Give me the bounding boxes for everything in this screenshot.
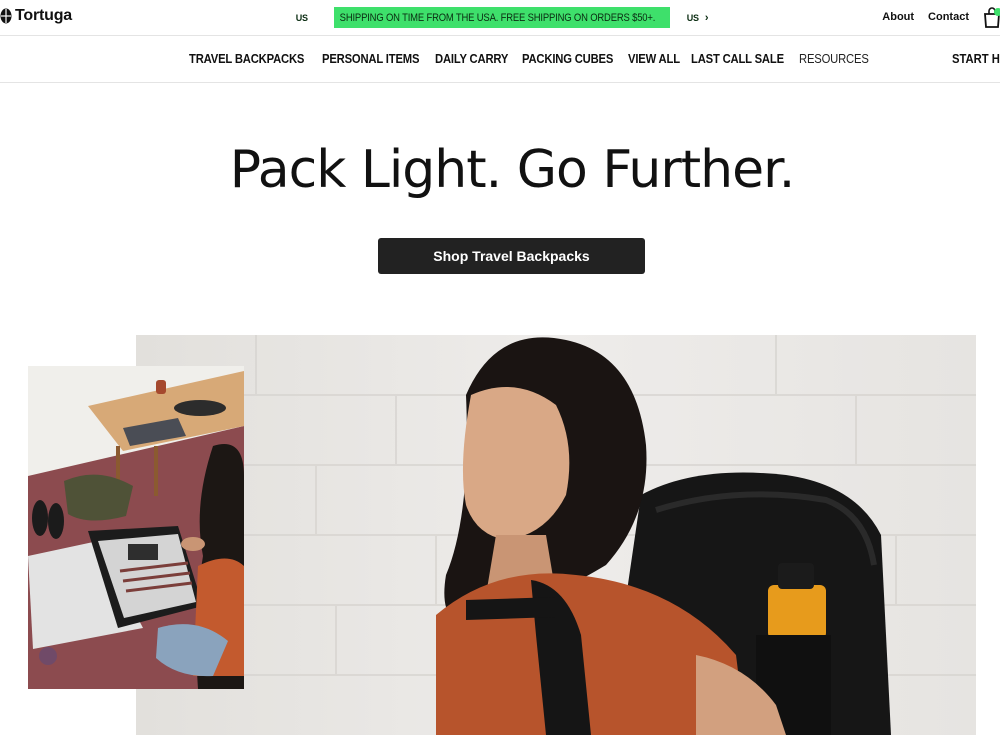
chevron-right-icon[interactable]: › [705,12,709,24]
hero-title: Pack Light. Go Further. [229,140,795,200]
shop-travel-backpacks-button[interactable]: Shop Travel Backpacks [378,238,645,274]
nav-daily-carry[interactable]: DAILY CARRY [435,52,508,66]
promo-banner[interactable]: US SHIPPING ON TIME FROM THE USA. FREE S… [296,7,709,28]
promo-flag-right: US [686,12,699,23]
nav-packing-cubes[interactable]: PACKING CUBES [522,52,613,66]
nav-resources[interactable]: RESOURCES [799,52,869,66]
shopping-bag-icon[interactable] [982,6,1000,28]
nav-view-all[interactable]: VIEW ALL [628,52,680,66]
about-link[interactable]: About [882,11,914,23]
top-bar: Tortuga US SHIPPING ON TIME FROM THE USA… [0,0,1000,36]
utility-links: About Contact [882,11,969,23]
contact-link[interactable]: Contact [928,11,969,23]
promo-text: SHIPPING ON TIME FROM THE USA. FREE SHIP… [339,11,656,24]
packing-flatlay-photo [28,366,244,689]
turtle-logo-icon [0,8,12,24]
nav-travel-backpacks[interactable]: TRAVEL BACKPACKS [189,52,304,66]
nav-items: TRAVEL BACKPACKS PERSONAL ITEMS DAILY CA… [189,52,869,66]
logo[interactable]: Tortuga [0,7,72,25]
main-nav: TRAVEL BACKPACKS PERSONAL ITEMS DAILY CA… [0,37,1000,83]
brand-name: Tortuga [15,7,72,24]
nav-personal-items[interactable]: PERSONAL ITEMS [322,52,419,66]
nav-last-call-sale[interactable]: LAST CALL SALE [691,52,784,66]
hero-photo-traveler [136,335,976,735]
nav-start-here[interactable]: START HERE [952,52,1000,66]
promo-flag-left: US [295,12,308,23]
